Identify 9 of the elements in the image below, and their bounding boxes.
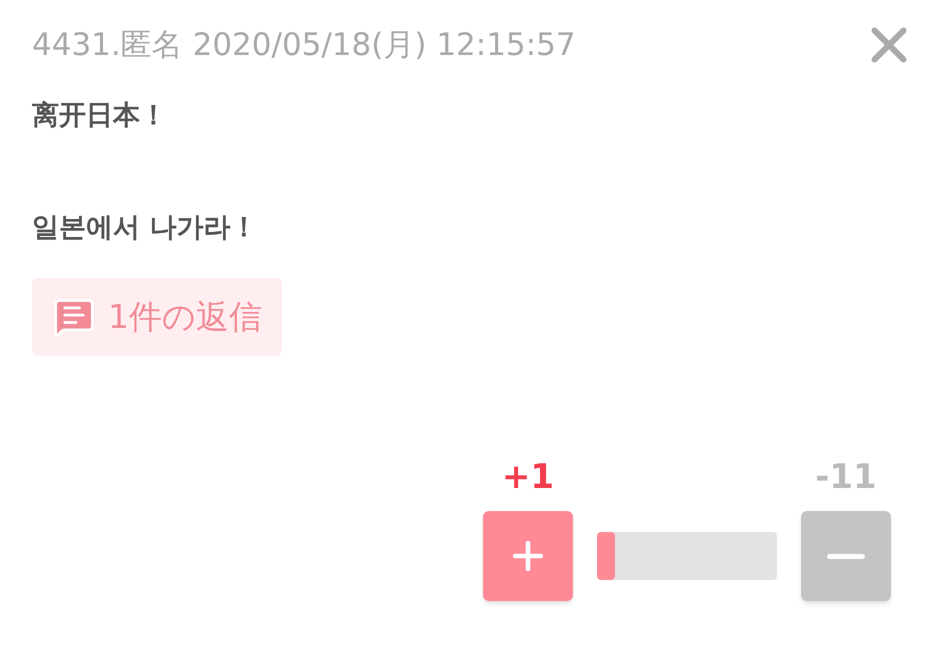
downvote-count: -11 [814, 456, 878, 499]
upvote-button[interactable] [483, 511, 573, 601]
minus-icon [827, 554, 865, 558]
post-header: 4431.匿名 2020/05/18(月) 12:15:57 [32, 26, 576, 65]
replies-button[interactable]: 1件の返信 [32, 278, 282, 356]
post-text: 일본에서 나가라！ [32, 211, 258, 245]
upvote-count: +1 [500, 456, 556, 499]
downvote-button[interactable] [801, 511, 891, 601]
post-text: 离开日本！ [32, 99, 168, 133]
